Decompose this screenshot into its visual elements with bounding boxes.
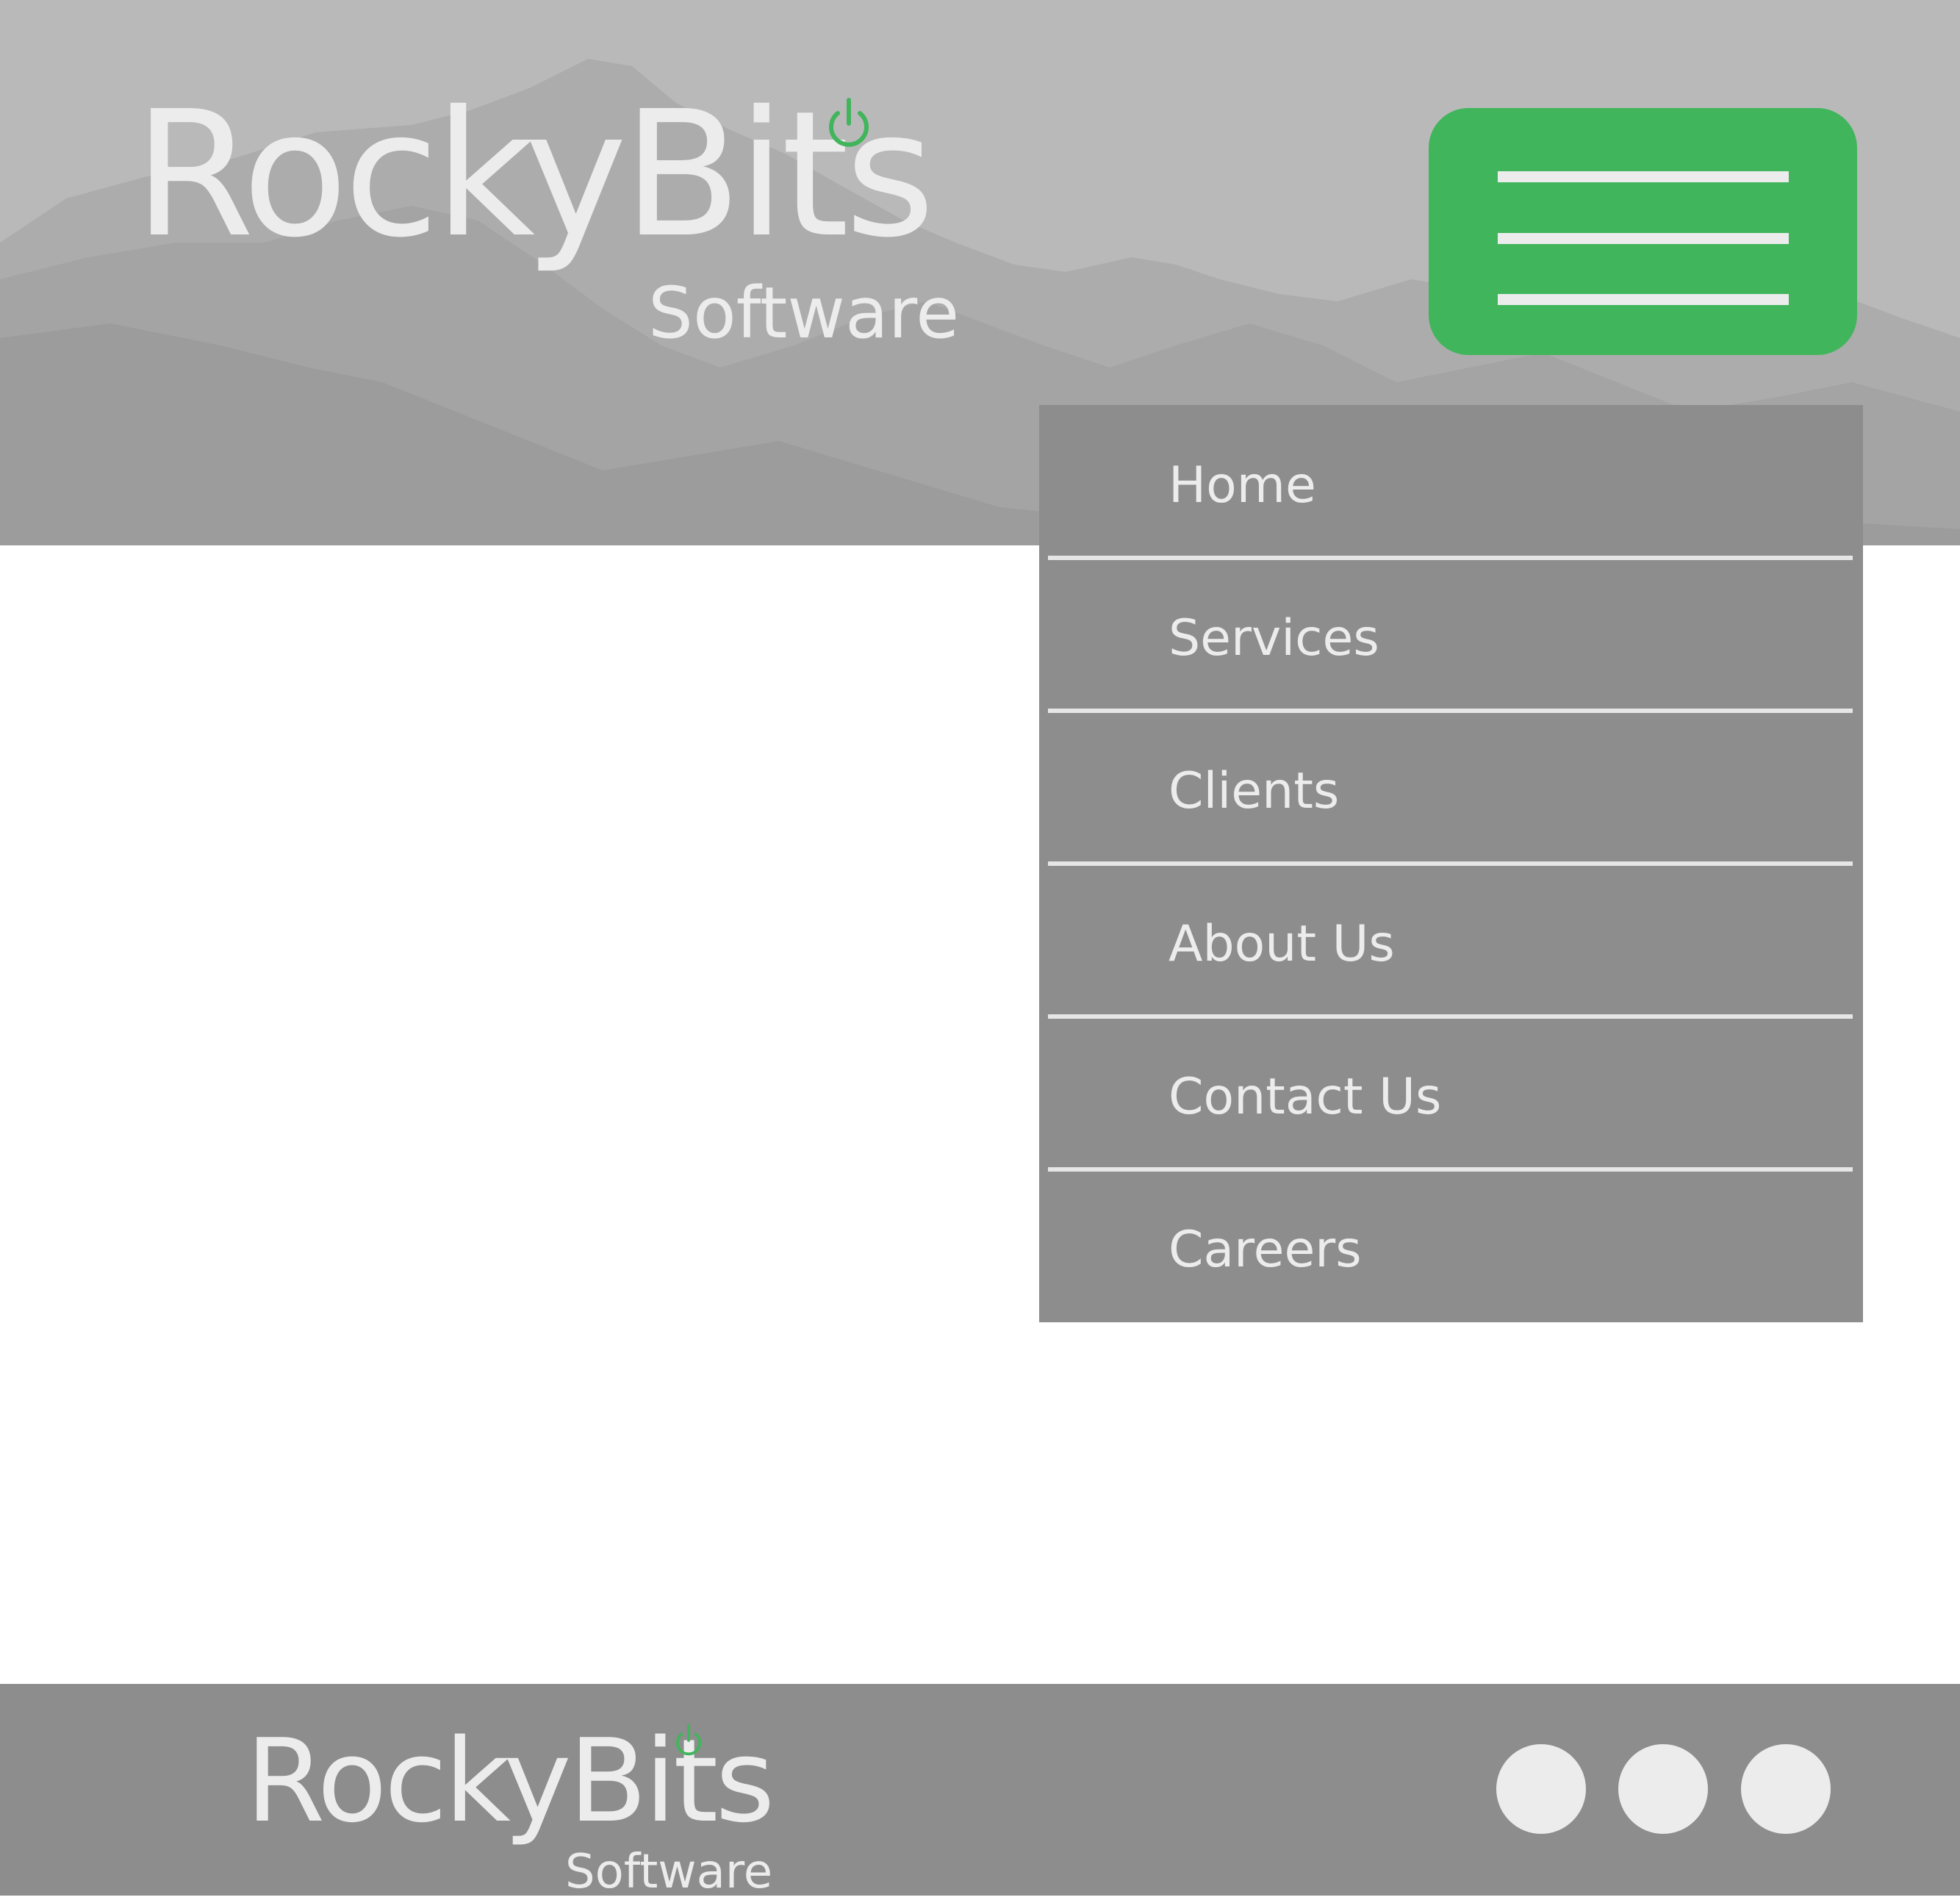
nav-dropdown-menu: Home Services Clients About Us Contact U…	[1039, 405, 1863, 1322]
nav-item-services[interactable]: Services	[1039, 558, 1863, 713]
footer-brand-tagline: Software	[565, 1845, 773, 1899]
header-logo[interactable]: RockyBits Software	[134, 88, 1045, 360]
nav-item-label: Home	[1169, 456, 1316, 515]
nav-item-label: Clients	[1169, 762, 1340, 820]
power-icon	[829, 98, 869, 147]
brand-name: RockyBits	[134, 74, 935, 276]
social-icon-2[interactable]	[1618, 1744, 1708, 1834]
footer-logo[interactable]: RockyBits Software	[245, 1724, 833, 1900]
menu-toggle-button[interactable]	[1429, 108, 1857, 355]
brand-tagline: Software	[648, 272, 960, 354]
nav-item-about-us[interactable]: About Us	[1039, 864, 1863, 1019]
nav-item-label: Contact Us	[1169, 1068, 1442, 1126]
nav-item-home[interactable]: Home	[1039, 405, 1863, 560]
site-footer: RockyBits Software	[0, 1684, 1960, 1896]
nav-item-label: About Us	[1169, 915, 1395, 973]
social-icon-3[interactable]	[1741, 1744, 1831, 1834]
social-icon-1[interactable]	[1496, 1744, 1586, 1834]
nav-item-label: Services	[1169, 609, 1379, 667]
nav-item-clients[interactable]: Clients	[1039, 711, 1863, 866]
nav-item-careers[interactable]: Careers	[1039, 1169, 1863, 1322]
nav-item-contact-us[interactable]: Contact Us	[1039, 1017, 1863, 1172]
nav-item-label: Careers	[1169, 1221, 1362, 1279]
power-icon	[675, 1724, 702, 1756]
